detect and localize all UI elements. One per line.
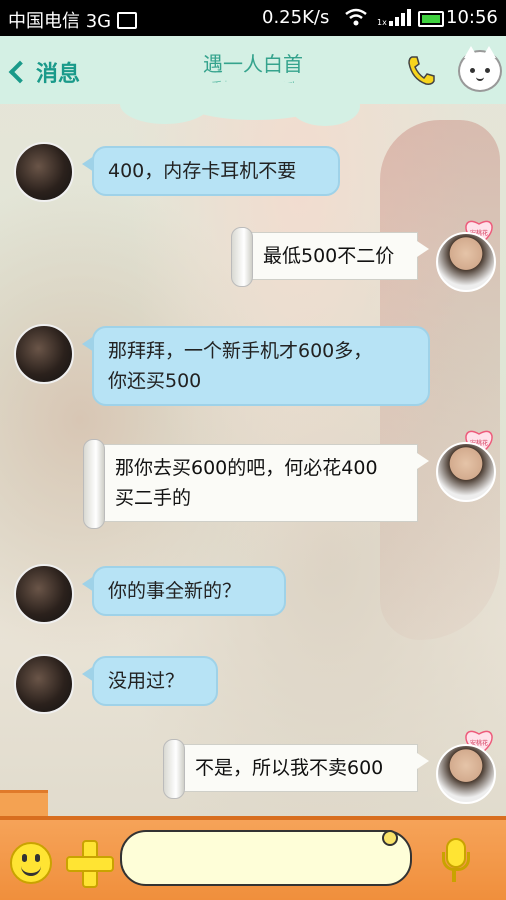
message-text-line: 那拜拜，一个新手机才600多， [108,340,373,362]
message-text: 不是，所以我不卖600 [195,757,384,779]
status-bar: 中国电信 3G 0.25K/s 1x 10:56 [0,0,506,36]
signal-icon: 1x [377,9,411,27]
message-bubble-right[interactable]: 那你去买600的吧，何必花400 买二手的 [83,439,429,529]
message-bubble-right[interactable]: 不是，所以我不卖600 [163,739,429,799]
message-text: 400，内存卡耳机不要 [108,160,297,182]
my-avatar[interactable] [436,744,496,804]
message-bubble-left[interactable]: 那拜拜，一个新手机才600多， 你还买500 [82,326,430,406]
my-avatar[interactable] [436,232,496,292]
message-bubble-left[interactable]: 400，内存卡耳机不要 [82,146,340,196]
battery-icon [418,11,444,27]
wifi-icon [345,8,367,26]
clock: 10:56 [446,7,498,28]
scroll-decoration [83,439,105,529]
message-text-line: 你还买500 [108,370,202,392]
message-text: 没用过？ [108,670,185,692]
message-input[interactable] [120,830,412,886]
image-icon [117,12,138,29]
svg-text:1x: 1x [377,18,387,27]
message-bubble-left[interactable]: 没用过？ [82,656,218,706]
contact-avatar-icon[interactable] [458,46,502,92]
network-speed: 0.25K/s [262,7,330,28]
my-avatar[interactable] [436,442,496,502]
header-cloud [290,86,360,126]
contact-avatar[interactable] [14,324,74,384]
phone-icon[interactable] [406,54,436,86]
message-bubble-left[interactable]: 你的事全新的？ [82,566,286,616]
microphone-icon[interactable] [440,838,470,886]
message-text-line: 买二手的 [115,487,192,509]
scroll-decoration [231,227,253,287]
scroll-decoration [163,739,185,799]
message-text-line: 那你去买600的吧，何必花400 [115,457,378,479]
message-text: 最低500不二价 [263,245,395,267]
contact-avatar[interactable] [14,142,74,202]
contact-avatar[interactable] [14,564,74,624]
plus-icon[interactable] [66,840,114,888]
smiley-icon[interactable] [10,842,52,884]
contact-avatar[interactable] [14,654,74,714]
message-text: 你的事全新的？ [108,580,242,602]
message-bubble-right[interactable]: 最低500不二价 [231,227,429,287]
carrier-label: 中国电信 3G [8,7,138,33]
roof-edge-decoration [0,816,506,820]
